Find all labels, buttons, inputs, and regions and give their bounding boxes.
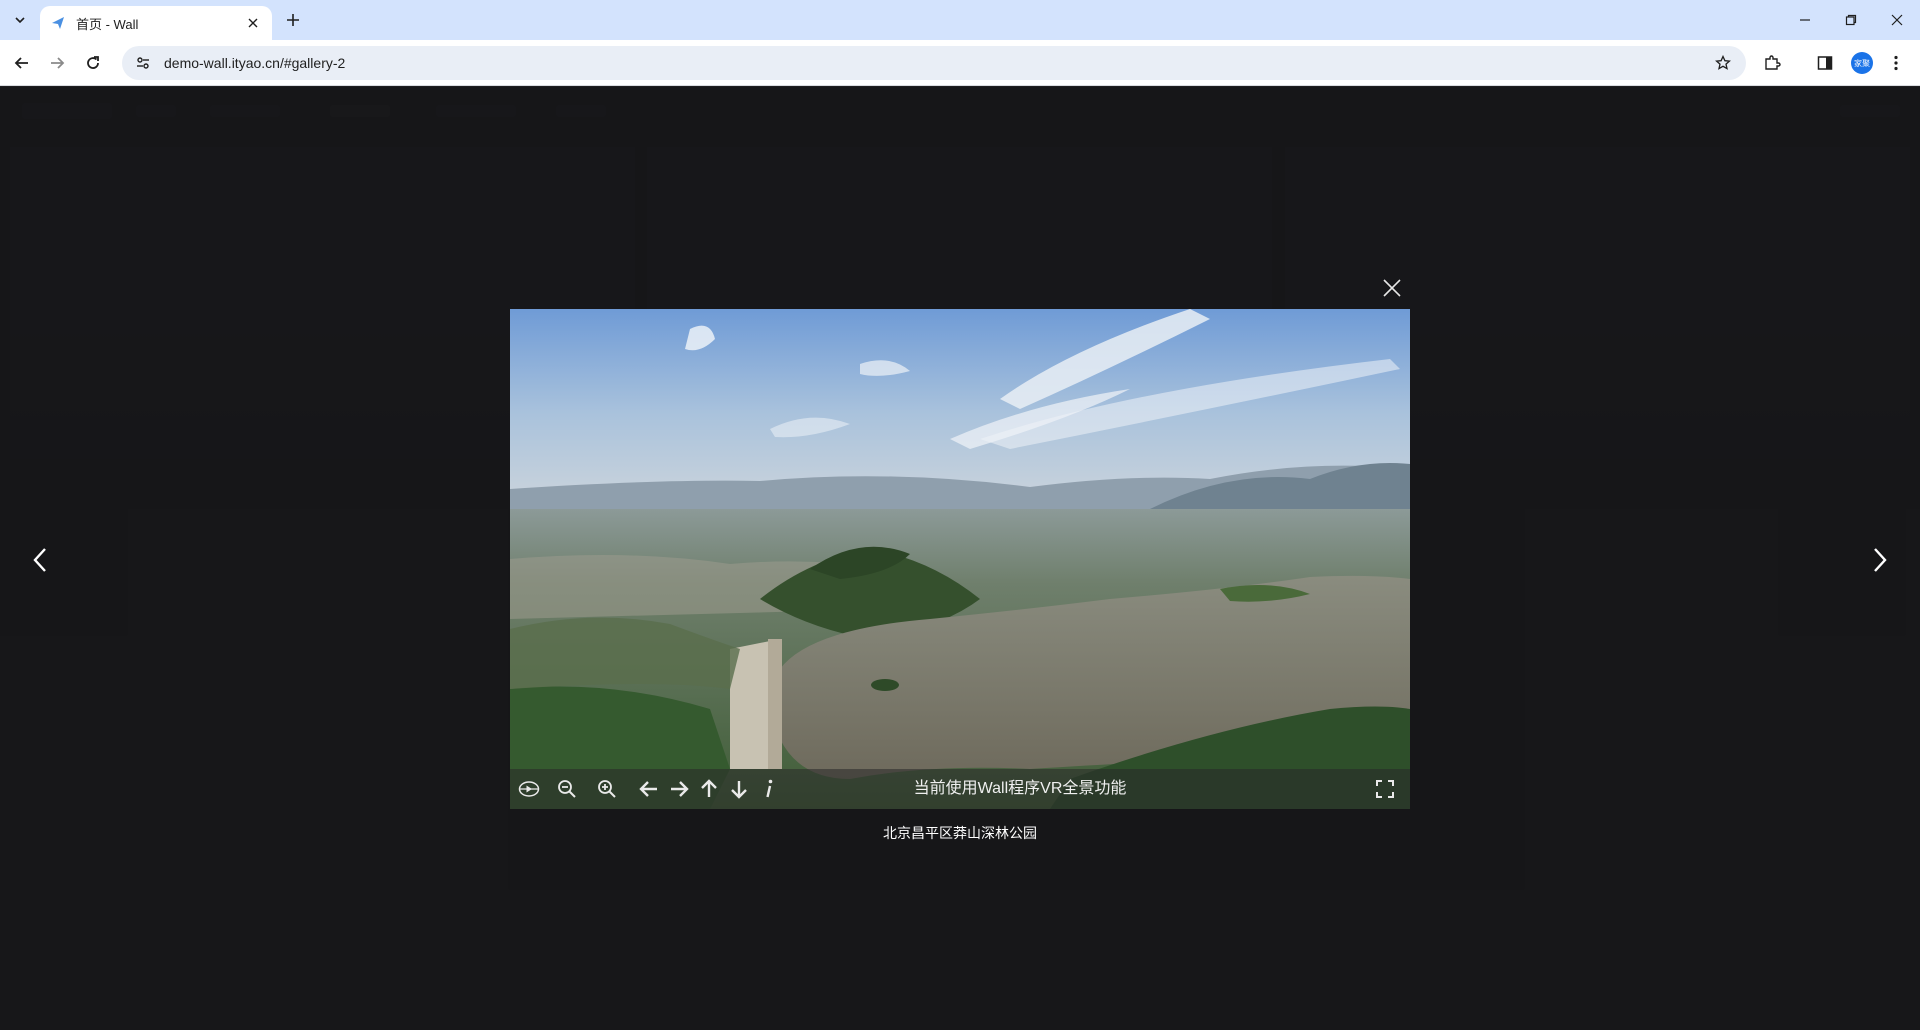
lightbox-close-button[interactable] [1380, 276, 1404, 300]
kebab-menu-icon [1894, 55, 1898, 71]
extensions-button[interactable] [1758, 49, 1786, 77]
close-icon [1383, 279, 1401, 297]
zoom-in-icon [598, 780, 616, 798]
new-tab-button[interactable] [282, 9, 304, 31]
arrow-down-icon [731, 781, 747, 799]
close-icon [1891, 14, 1903, 26]
reload-button[interactable] [79, 49, 107, 77]
restore-icon [1845, 14, 1857, 26]
browser-toolbar: demo-wall.ityao.cn/#gallery-2 [0, 40, 1920, 86]
address-bar[interactable]: demo-wall.ityao.cn/#gallery-2 [122, 46, 1746, 80]
zoom-out-button[interactable] [552, 769, 582, 809]
browser-tab-active[interactable]: 首页 - Wall [40, 6, 272, 40]
vr-control-bar: 当前使用Wall程序VR全景功能 [510, 769, 1410, 809]
panorama-image[interactable] [510, 309, 1410, 809]
arrow-right-icon [51, 57, 65, 69]
zoom-out-icon [558, 780, 576, 798]
lightbox-next-button[interactable] [1866, 543, 1894, 577]
pan-right-button[interactable] [664, 769, 694, 809]
info-icon [766, 779, 773, 798]
plus-icon [287, 14, 299, 26]
vr-panorama-viewer[interactable]: 当前使用Wall程序VR全景功能 [510, 309, 1410, 809]
close-tab-icon[interactable] [244, 14, 262, 32]
reload-icon [87, 56, 99, 69]
tab-search-button[interactable] [6, 8, 34, 32]
bookmark-star-icon[interactable] [1708, 48, 1738, 78]
profile-avatar[interactable]: 家聚 [1851, 52, 1873, 74]
arrow-left-icon [639, 781, 657, 797]
paper-plane-icon [50, 15, 66, 31]
lightbox-prev-button[interactable] [26, 543, 54, 577]
restore-button[interactable] [1828, 0, 1874, 40]
close-window-button[interactable] [1874, 0, 1920, 40]
side-panel-button[interactable] [1811, 49, 1839, 77]
fullscreen-button[interactable] [1370, 774, 1400, 804]
zoom-in-button[interactable] [592, 769, 622, 809]
chevron-down-icon [15, 17, 25, 24]
pan-up-button[interactable] [694, 769, 724, 809]
site-settings-icon[interactable] [132, 52, 154, 74]
photo-caption: 北京昌平区莽山深林公园 [883, 825, 1037, 841]
browser-menu-button[interactable] [1882, 49, 1910, 77]
tab-title: 首页 - Wall [76, 16, 139, 32]
minimize-button[interactable] [1782, 0, 1828, 40]
fullscreen-icon [1376, 780, 1394, 798]
back-button[interactable] [8, 49, 36, 77]
side-panel-icon [1817, 56, 1833, 70]
arrow-right-icon [671, 781, 689, 797]
chevron-right-icon [1874, 548, 1887, 572]
forward-button[interactable] [43, 49, 71, 77]
browser-tabstrip: 首页 - Wall [0, 0, 1920, 40]
puzzle-icon [1765, 55, 1781, 70]
pan-left-button[interactable] [634, 769, 664, 809]
url-text[interactable]: demo-wall.ityao.cn/#gallery-2 [164, 55, 1708, 71]
minimize-icon [1800, 19, 1810, 21]
arrow-up-icon [701, 779, 717, 797]
autorotate-button[interactable] [514, 769, 544, 809]
chevron-left-icon [33, 548, 46, 572]
info-button[interactable] [754, 769, 784, 809]
pan-down-button[interactable] [724, 769, 754, 809]
autorotate-icon [518, 781, 540, 797]
arrow-left-icon [14, 57, 28, 69]
